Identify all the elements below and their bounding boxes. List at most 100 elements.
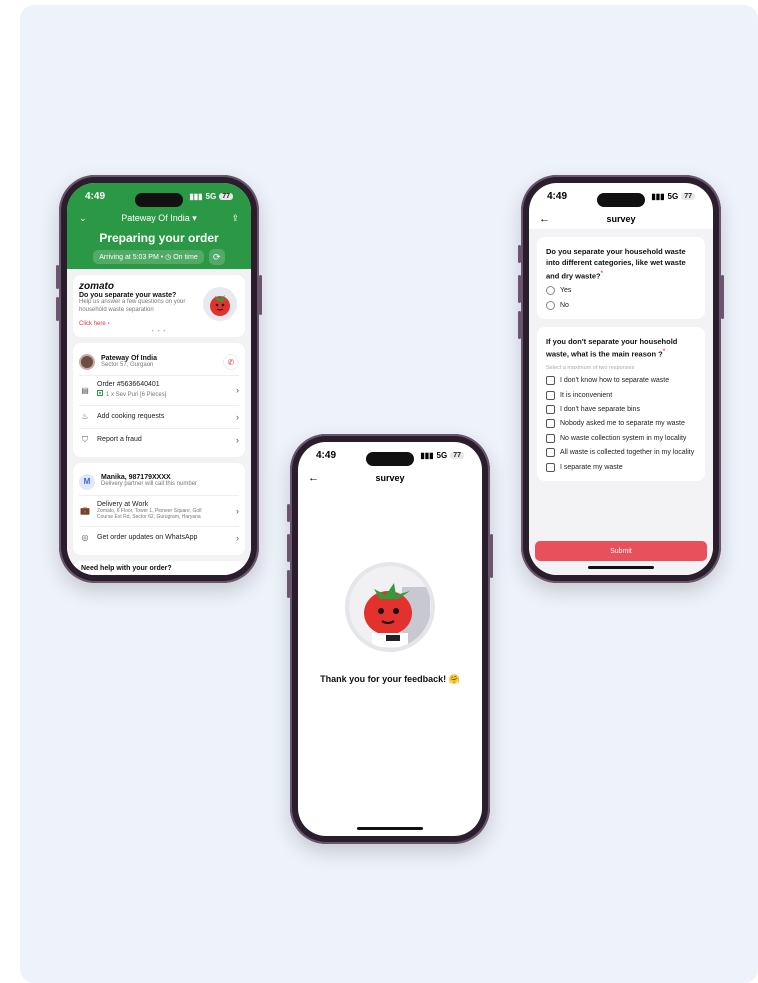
chevron-right-icon: › xyxy=(236,532,239,543)
checkbox[interactable] xyxy=(546,462,555,472)
chevron-right-icon: › xyxy=(236,505,239,516)
help-card[interactable]: Need help with your order? xyxy=(73,560,245,575)
volume-button xyxy=(56,297,59,321)
survey-body: Do you separate your household waste int… xyxy=(529,229,713,575)
question-2-label: If you don't separate your household was… xyxy=(546,337,678,359)
order-item: 1 x Sev Puri [6 Pieces] xyxy=(106,392,167,398)
question-1: Do you separate your household waste int… xyxy=(537,237,705,320)
restaurant-location: Sector 57, Gurgaon xyxy=(101,361,154,368)
arrival-pill: Arriving at 5:03 PM • ◷ On time xyxy=(93,250,204,264)
phone-call-icon[interactable]: ✆ xyxy=(223,354,239,370)
volume-button xyxy=(518,275,521,303)
page-title: survey xyxy=(375,473,405,483)
refresh-icon[interactable]: ⟳ xyxy=(208,249,225,265)
caret-down-icon: ▾ xyxy=(192,213,197,223)
tomato-mascot-icon xyxy=(203,287,237,321)
option-checkbox[interactable]: No waste collection system in my localit… xyxy=(546,433,696,443)
volume-button xyxy=(287,570,290,598)
briefcase-icon: 💼 xyxy=(80,506,90,516)
carousel-dots: • • • xyxy=(151,329,167,335)
restaurant-row[interactable]: Pateway Of India Sector 57, Gurgaon ✆ xyxy=(79,349,239,376)
question-1-text: Do you separate your household waste int… xyxy=(546,246,696,281)
back-arrow-icon[interactable]: ← xyxy=(539,213,550,225)
option-checkbox[interactable]: It is inconvenient xyxy=(546,390,696,400)
option-label: Nobody asked me to separate my waste xyxy=(560,420,685,428)
home-indicator xyxy=(357,827,423,830)
option-label: All waste is collected together in my lo… xyxy=(560,449,695,457)
network-label: 5G xyxy=(205,191,217,201)
question-1-label: Do you separate your household waste int… xyxy=(546,247,686,280)
order-number: Order #5636640401 xyxy=(97,381,160,388)
checkbox[interactable] xyxy=(546,448,555,458)
dynamic-island xyxy=(366,452,414,466)
network-label: 5G xyxy=(436,450,448,460)
banner-link[interactable]: Click here › xyxy=(79,321,239,327)
checkbox[interactable] xyxy=(546,405,555,414)
shield-icon: ⛉ xyxy=(82,434,88,444)
option-checkbox[interactable]: I separate my waste xyxy=(546,462,696,472)
report-fraud-label: Report a fraud xyxy=(97,436,142,444)
survey-banner[interactable]: zomato Do you separate your waste? Help … xyxy=(73,275,245,337)
arrival-time: Arriving at 5:03 PM xyxy=(99,254,159,261)
chevron-down-icon[interactable]: ⌄ xyxy=(79,213,87,224)
whatsapp-row[interactable]: ◎ Get order updates on WhatsApp › xyxy=(79,527,240,549)
back-arrow-icon[interactable]: ← xyxy=(308,472,319,484)
partner-note: Delivery partner will call this number xyxy=(101,481,198,488)
phone-order-tracking: 4:49 ▮▮▮ 5G 77 ⌄ Pateway Of India ▾ ⇪ Prep… xyxy=(56,175,262,583)
chevron-right-icon: › xyxy=(236,434,239,445)
delivery-title: Delivery at Work xyxy=(97,500,149,508)
clock: 4:49 xyxy=(85,190,106,202)
question-2-text: If you don't separate your household was… xyxy=(546,336,696,360)
checkbox[interactable] xyxy=(546,376,555,386)
add-cooking-requests-row[interactable]: ♨ Add cooking requests › xyxy=(79,406,239,429)
whatsapp-icon: ◎ xyxy=(81,533,89,543)
checkbox[interactable] xyxy=(546,433,555,443)
veg-icon xyxy=(97,390,103,396)
on-time-label: On time xyxy=(173,254,198,261)
action-button xyxy=(518,245,521,263)
option-no[interactable]: No xyxy=(546,300,696,310)
battery-icon: 77 xyxy=(681,192,695,200)
order-details-row[interactable]: ▤ Order #5636640401 1 x Sev Puri [6 Piece… xyxy=(79,376,239,406)
delivery-address-row[interactable]: 💼 Delivery at Work Zomato, 6 Floor, Tower… xyxy=(79,496,239,527)
checkbox[interactable] xyxy=(546,419,555,429)
network-label: 5G xyxy=(667,191,679,201)
option-checkbox[interactable]: All waste is collected together in my lo… xyxy=(546,448,696,458)
delivery-card: M Manika, 987179XXXX Delivery partner wil… xyxy=(73,462,245,555)
option-checkbox[interactable]: I don't have separate bins xyxy=(546,405,696,414)
add-cooking-label: Add cooking requests xyxy=(97,413,165,421)
signal-icon: ▮▮▮ xyxy=(651,191,665,201)
signal-icon: ▮▮▮ xyxy=(189,191,203,201)
radio-button[interactable] xyxy=(546,286,555,296)
help-label: Need help with your order? xyxy=(81,564,172,572)
radio-button[interactable] xyxy=(546,300,555,310)
restaurant-dropdown[interactable]: Pateway Of India ▾ xyxy=(121,213,197,224)
option-checkbox[interactable]: Nobody asked me to separate my waste xyxy=(546,419,696,429)
option-yes[interactable]: Yes xyxy=(546,286,696,296)
restaurant-name: Pateway Of India xyxy=(101,354,158,362)
survey-header: ← survey xyxy=(529,209,713,229)
restaurant-card: Pateway Of India Sector 57, Gurgaon ✆ ▤ O… xyxy=(73,343,245,457)
checkbox[interactable] xyxy=(546,390,555,400)
battery-icon: 77 xyxy=(450,451,464,459)
clock: 4:49 xyxy=(547,190,568,202)
share-icon[interactable]: ⇪ xyxy=(231,213,239,224)
cooking-pot-icon: ♨ xyxy=(81,412,89,422)
survey-header: ← survey xyxy=(298,468,482,488)
option-label: Yes xyxy=(560,287,572,295)
volume-button xyxy=(518,311,521,339)
report-fraud-row[interactable]: ⛉ Report a fraud › xyxy=(79,429,239,451)
volume-button xyxy=(56,265,59,289)
order-body: zomato Do you separate your waste? Help … xyxy=(67,269,251,575)
submit-button[interactable]: Submit xyxy=(535,541,707,561)
option-checkbox[interactable]: I don't know how to separate waste xyxy=(546,376,696,386)
option-label: No waste collection system in my localit… xyxy=(560,434,687,442)
home-indicator xyxy=(588,566,654,569)
power-button xyxy=(721,275,724,319)
question-2: If you don't separate your household was… xyxy=(537,327,705,482)
dynamic-island xyxy=(135,193,183,207)
clock-icon: ◷ xyxy=(165,254,172,261)
partner-avatar: M xyxy=(79,473,95,490)
page-title: Preparing your order xyxy=(99,231,219,245)
required-marker: * xyxy=(600,269,604,277)
